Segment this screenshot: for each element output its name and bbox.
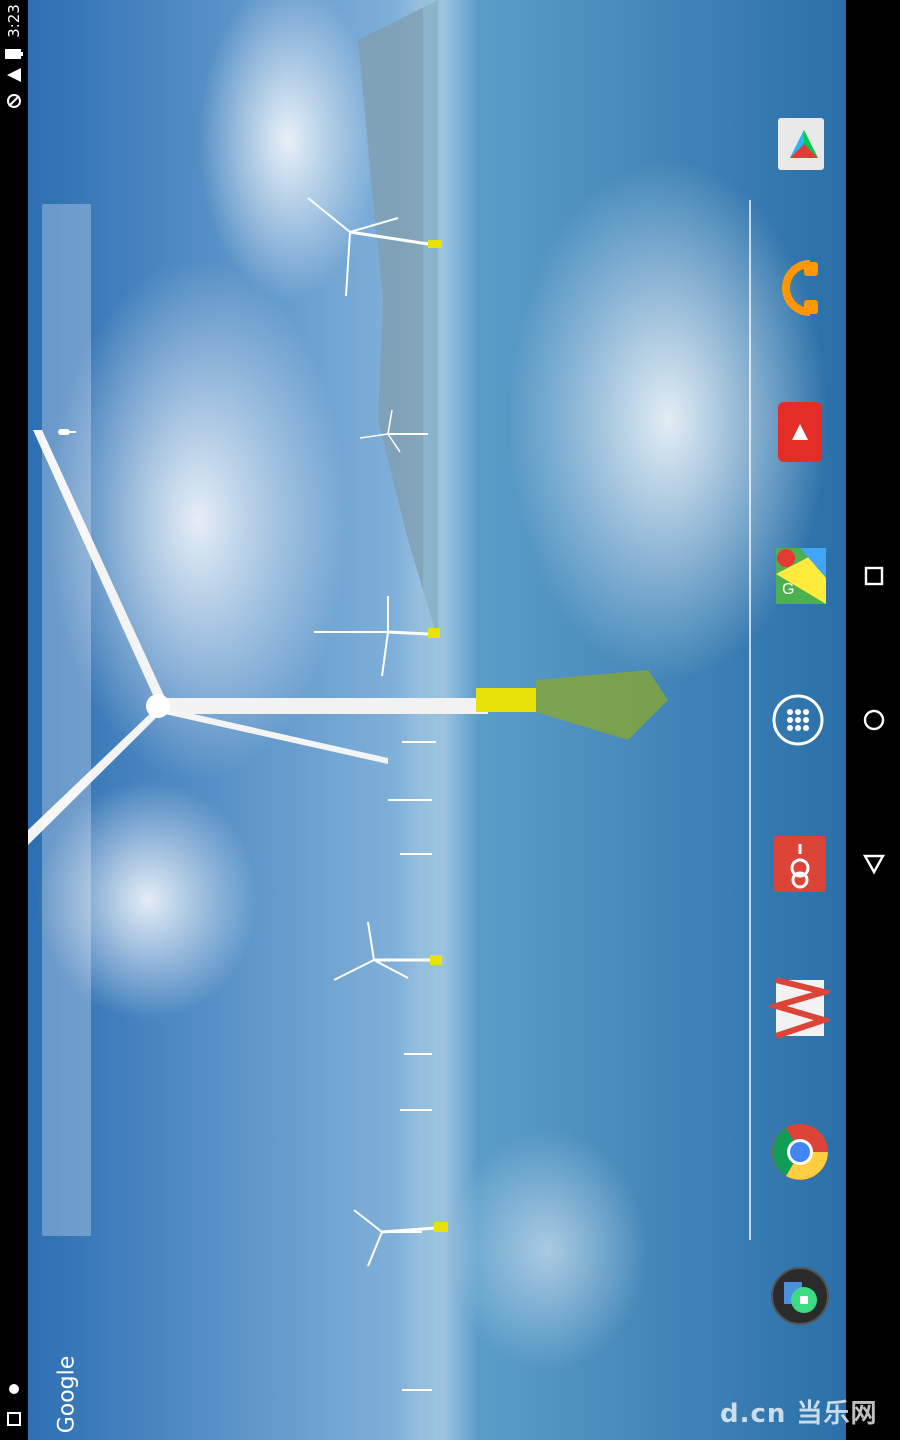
play-store-icon[interactable] [770, 112, 830, 176]
wind-farm-wallpaper [28, 0, 846, 1440]
wallpaper: Google [28, 0, 846, 1440]
watermark: d.cn 当乐网 [720, 1399, 878, 1429]
chrome-icon[interactable] [770, 1120, 830, 1184]
battery-icon [5, 49, 23, 59]
notification-icon [7, 1412, 21, 1426]
google-label: Google [54, 1355, 80, 1434]
wifi-icon [7, 68, 21, 82]
google-plus-icon[interactable] [770, 832, 830, 896]
youtube-icon[interactable] [770, 400, 830, 464]
status-time: 3:23 [5, 4, 23, 38]
play-music-icon[interactable] [770, 256, 830, 320]
folder-icon[interactable] [770, 1264, 830, 1328]
app-drawer-icon[interactable] [770, 688, 830, 752]
recents-button[interactable] [860, 562, 888, 590]
maps-icon[interactable]: G [770, 544, 830, 608]
gmail-icon[interactable] [765, 976, 836, 1040]
dock-divider [749, 200, 751, 1240]
android-debug-icon [9, 1384, 19, 1394]
home-button[interactable] [860, 706, 888, 734]
google-search-bar[interactable]: Google [42, 204, 91, 1433]
mic-icon[interactable] [54, 420, 78, 444]
back-button[interactable] [860, 850, 888, 878]
status-bar: 3:23 [0, 0, 28, 1440]
svg-text:G: G [782, 581, 794, 598]
no-sim-icon [7, 94, 21, 108]
